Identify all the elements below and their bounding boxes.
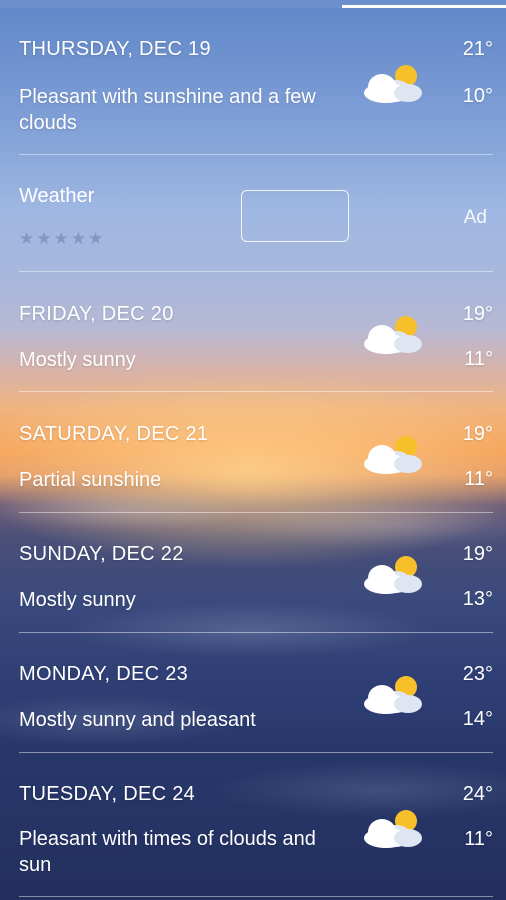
row-divider: [19, 154, 493, 155]
forecast-low: 10°: [462, 85, 493, 107]
forecast-high: 24°: [462, 783, 493, 805]
ad-row[interactable]: Weather ★★★★★ Ad: [19, 185, 493, 255]
forecast-description: Mostly sunny: [19, 589, 136, 611]
forecast-low: 11°: [464, 828, 493, 850]
forecast-high: 19°: [462, 543, 493, 565]
forecast-row-sunday[interactable]: SUNDAY, DEC 22 Mostly sunny 19° 13°: [19, 543, 493, 613]
forecast-row-friday[interactable]: FRIDAY, DEC 20 Mostly sunny 19° 11°: [19, 303, 493, 373]
forecast-row-tuesday[interactable]: TUESDAY, DEC 24 Pleasant with times of c…: [19, 783, 493, 883]
forecast-high: 23°: [462, 663, 493, 685]
row-divider: [19, 632, 493, 633]
row-divider: [19, 896, 493, 897]
row-divider: [19, 752, 493, 753]
forecast-low: 14°: [462, 708, 493, 730]
ad-install-button[interactable]: [241, 190, 349, 242]
forecast-low: 11°: [464, 348, 493, 370]
forecast-day: TUESDAY, DEC 24: [19, 783, 196, 805]
partly-cloudy-icon: [364, 316, 422, 354]
partly-cloudy-icon: [364, 810, 422, 848]
forecast-row-monday[interactable]: MONDAY, DEC 23 Mostly sunny and pleasant…: [19, 663, 493, 733]
forecast-row-saturday[interactable]: SATURDAY, DEC 21 Partial sunshine 19° 11…: [19, 423, 493, 493]
row-divider: [19, 271, 493, 272]
forecast-row-thursday[interactable]: THURSDAY, DEC 19 Pleasant with sunshine …: [19, 38, 493, 138]
forecast-low: 11°: [464, 468, 493, 490]
forecast-description: Partial sunshine: [19, 469, 162, 491]
ad-label: Ad: [463, 207, 487, 228]
forecast-day: MONDAY, DEC 23: [19, 663, 189, 685]
forecast-day: THURSDAY, DEC 19: [19, 38, 211, 60]
forecast-high: 21°: [462, 38, 493, 60]
forecast-description: Mostly sunny: [19, 349, 136, 371]
partly-cloudy-icon: [364, 676, 422, 714]
forecast-low: 13°: [462, 588, 493, 610]
forecast-description: Pleasant with sunshine and a few clouds: [19, 86, 316, 134]
row-divider: [19, 391, 493, 392]
forecast-high: 19°: [462, 303, 493, 325]
partly-cloudy-icon: [364, 65, 422, 103]
forecast-day: SUNDAY, DEC 22: [19, 543, 184, 565]
tab-indicator: [342, 5, 506, 8]
ad-rating-stars: ★★★★★: [19, 229, 106, 248]
partly-cloudy-icon: [364, 556, 422, 594]
forecast-description: Pleasant with times of clouds and sun: [19, 828, 316, 876]
partly-cloudy-icon: [364, 436, 422, 474]
ad-title: Weather: [19, 185, 95, 207]
forecast-description: Mostly sunny and pleasant: [19, 709, 256, 731]
forecast-day: FRIDAY, DEC 20: [19, 303, 174, 325]
forecast-high: 19°: [462, 423, 493, 445]
forecast-day: SATURDAY, DEC 21: [19, 423, 209, 445]
row-divider: [19, 512, 493, 513]
